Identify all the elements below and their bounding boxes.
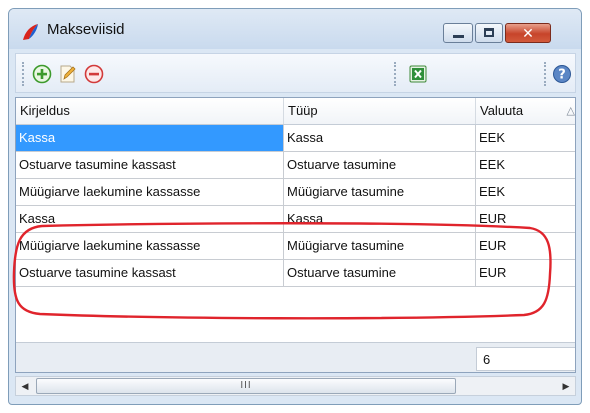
table-row[interactable]: Müügiarve laekumine kassasse Müügiarve t… <box>16 179 575 206</box>
thumb-grip-icon: III <box>240 380 252 391</box>
scroll-left-icon[interactable]: ◀ <box>16 377 34 395</box>
cell-valuuta[interactable]: EUR <box>476 260 575 286</box>
cell-kirjeldus[interactable]: Ostuarve tasumine kassast <box>16 152 284 178</box>
payment-methods-grid: Kirjeldus Tüüp Valuuta △ Kassa Kassa EEK… <box>15 97 576 373</box>
cell-kirjeldus[interactable]: Müügiarve laekumine kassasse <box>16 233 284 259</box>
cell-tyyp[interactable]: Ostuarve tasumine <box>284 260 476 286</box>
horizontal-scrollbar[interactable]: ◀ III ▶ <box>15 376 576 396</box>
cell-kirjeldus[interactable]: Müügiarve laekumine kassasse <box>16 179 284 205</box>
table-row[interactable]: Kassa Kassa EUR <box>16 206 575 233</box>
title-bar[interactable]: Makseviisid ✕ <box>9 9 581 49</box>
scroll-right-icon[interactable]: ▶ <box>557 377 575 395</box>
cell-valuuta[interactable]: EEK <box>476 179 575 205</box>
maximize-button[interactable] <box>475 23 503 43</box>
cell-tyyp[interactable]: Müügiarve tasumine <box>284 233 476 259</box>
makseviisid-window: Makseviisid ✕ ? Kirjeldus Tüüp Valuuta △… <box>8 8 582 405</box>
toolbar-grip[interactable] <box>22 62 27 86</box>
delete-icon[interactable] <box>84 64 104 84</box>
column-header-kirjeldus[interactable]: Kirjeldus <box>16 98 284 124</box>
column-header-valuuta[interactable]: Valuuta △ <box>476 98 575 124</box>
close-icon: ✕ <box>522 25 534 41</box>
scrollbar-thumb[interactable]: III <box>36 378 456 394</box>
table-row[interactable]: Müügiarve laekumine kassasse Müügiarve t… <box>16 233 575 260</box>
table-row[interactable]: Ostuarve tasumine kassast Ostuarve tasum… <box>16 152 575 179</box>
grid-header: Kirjeldus Tüüp Valuuta △ <box>16 98 575 125</box>
cell-tyyp[interactable]: Kassa <box>284 125 476 151</box>
minimize-button[interactable] <box>443 23 473 43</box>
row-count-summary: 6 <box>476 347 575 371</box>
cell-kirjeldus[interactable]: Kassa <box>16 206 284 232</box>
window-title: Makseviisid <box>47 21 125 38</box>
cell-valuuta[interactable]: EEK <box>476 152 575 178</box>
edit-icon[interactable] <box>58 64 78 84</box>
close-button[interactable]: ✕ <box>505 23 551 43</box>
column-header-tyyp[interactable]: Tüüp <box>284 98 476 124</box>
toolbar-grip[interactable] <box>544 62 549 86</box>
cell-tyyp[interactable]: Ostuarve tasumine <box>284 152 476 178</box>
cell-kirjeldus[interactable]: Kassa <box>16 125 284 151</box>
toolbar: ? <box>15 53 576 93</box>
toolbar-grip[interactable] <box>394 62 399 86</box>
cell-valuuta[interactable]: EEK <box>476 125 575 151</box>
add-icon[interactable] <box>32 64 52 84</box>
maximize-icon <box>484 28 494 37</box>
cell-tyyp[interactable]: Kassa <box>284 206 476 232</box>
help-icon[interactable]: ? <box>552 64 572 84</box>
cell-valuuta[interactable]: EUR <box>476 206 575 232</box>
cell-tyyp[interactable]: Müügiarve tasumine <box>284 179 476 205</box>
cell-valuuta[interactable]: EUR <box>476 233 575 259</box>
cell-kirjeldus[interactable]: Ostuarve tasumine kassast <box>16 260 284 286</box>
minimize-icon <box>453 35 464 38</box>
svg-text:?: ? <box>558 68 566 83</box>
table-row[interactable]: Kassa Kassa EEK <box>16 125 575 152</box>
sort-ascending-icon: △ <box>566 105 575 117</box>
excel-export-icon[interactable] <box>408 64 428 84</box>
grid-footer: 6 <box>16 342 575 372</box>
table-row[interactable]: Ostuarve tasumine kassast Ostuarve tasum… <box>16 260 575 287</box>
app-logo-icon <box>23 24 38 40</box>
